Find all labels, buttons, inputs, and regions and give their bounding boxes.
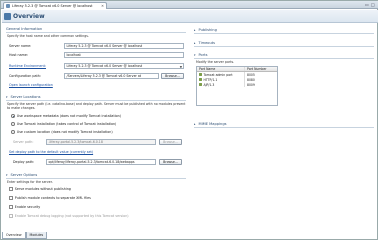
runtime-environment-link[interactable]: Runtime Environment: (9, 64, 46, 68)
divider (194, 58, 374, 59)
runtime-environment-select[interactable]: Liferay 5.2.3 @ Tomcat v6.0 Server @ loc… (64, 63, 184, 69)
runtime-environment-value: Liferay 5.2.3 @ Tomcat v6.0 Server @ loc… (66, 64, 143, 68)
host-name-label: Host name: (9, 53, 29, 57)
expand-icon[interactable]: ▸ (194, 122, 197, 126)
column-header-port-number[interactable]: Port Number (245, 67, 275, 71)
radio-button[interactable] (11, 122, 15, 126)
divider (194, 46, 374, 47)
server-path-label: Server path: (13, 140, 34, 144)
chevron-down-icon: ▼ (179, 64, 182, 69)
set-default-deploy-path-link[interactable]: Set deploy path to the default value (cu… (9, 150, 93, 154)
tab-overview[interactable]: Overview (2, 232, 26, 239)
port-number[interactable]: 8080 (245, 78, 275, 82)
deploy-path-input[interactable]: opt/liferay/liferay-portal-5.2.3/tomcat-… (46, 159, 156, 165)
option-publish-contexts[interactable]: Publish module contexts to separate XML … (9, 196, 91, 200)
collapse-icon[interactable]: ▾ (194, 53, 197, 57)
ports-table[interactable]: Port Name Port Number Tomcat admin port … (196, 66, 278, 106)
port-name: Tomcat admin port (203, 72, 233, 77)
editor-page-tabs: Overview Modules (2, 232, 48, 240)
checkbox (9, 214, 13, 218)
location-option-workspace[interactable]: Use workspace metadata (does not modify … (11, 114, 121, 118)
checkbox[interactable] (9, 196, 13, 200)
server-name-label: Server name: (9, 44, 32, 48)
server-editor-window: Liferay 5.2.3 @ Tomcat v6.0 Server @ loc… (0, 0, 378, 240)
configuration-path-input[interactable]: /Servers/Liferay 5.2.3 @ Tomcat v6.0 Ser… (64, 73, 159, 79)
server-path-input: .liferay-portal-5.2.3/tomcat-6.0.18 (46, 139, 156, 145)
close-icon[interactable]: ✕ (101, 4, 104, 8)
general-description: Specify the host name and other common s… (7, 34, 89, 38)
publishing-section-title[interactable]: ▸ Publishing (194, 28, 217, 32)
editor-tab-label: Liferay 5.2.3 @ Tomcat v6.0 Server @ loc… (12, 4, 93, 8)
port-icon (199, 73, 202, 76)
open-launch-configuration-link[interactable]: Open launch configuration (9, 83, 53, 87)
options-description: Enter settings for the server. (7, 180, 53, 184)
divider (6, 178, 186, 179)
editor-header: Overview (2, 10, 378, 23)
location-option-custom[interactable]: Use custom location (does not modify Tom… (11, 130, 113, 134)
option-serve-without-publishing[interactable]: Serve modules without publishing (9, 187, 71, 191)
location-option-tomcat[interactable]: Use Tomcat installation (takes control o… (11, 122, 116, 126)
minimize-icon[interactable]: ▭ (365, 2, 369, 7)
port-icon (199, 83, 202, 86)
server-icon (4, 12, 11, 20)
radio-button[interactable] (11, 130, 15, 134)
ports-description: Modify the server ports. (196, 60, 235, 64)
port-name: HTTP/1.1 (203, 77, 218, 82)
ports-section-title[interactable]: ▾ Ports (194, 53, 208, 57)
host-name-input[interactable]: localhost (64, 52, 184, 58)
table-row[interactable]: AJP/1.3 8009 (197, 82, 277, 87)
server-name-input[interactable]: Liferay 5.2.3 @ Tomcat v6.0 Server @ loc… (64, 43, 184, 49)
expand-icon[interactable]: ▸ (194, 41, 197, 45)
divider (194, 127, 374, 128)
port-icon (199, 78, 202, 81)
collapse-icon[interactable]: ▾ (6, 95, 9, 99)
maximize-icon[interactable]: □ (371, 2, 375, 7)
page-title: Overview (13, 12, 45, 20)
collapse-icon[interactable]: ▾ (6, 173, 9, 177)
editor-tab-bar: Liferay 5.2.3 @ Tomcat v6.0 Server @ loc… (1, 1, 378, 9)
expand-icon[interactable]: ▸ (194, 28, 197, 32)
port-number[interactable]: 8005 (245, 73, 275, 77)
checkbox[interactable] (9, 187, 13, 191)
divider (6, 32, 186, 33)
tab-modules[interactable]: Modules (25, 232, 48, 239)
options-section-title[interactable]: ▾ Server Options (6, 173, 37, 177)
locations-description: Specify the server path (i.e. catalina.b… (7, 102, 186, 111)
option-tomcat-debug-logging: Enable Tomcat debug logging (not support… (9, 214, 129, 218)
locations-section-title[interactable]: ▾ Server Locations (6, 95, 41, 99)
port-name: AJP/1.3 (203, 82, 215, 87)
configuration-browse-button[interactable]: Browse... (161, 73, 184, 79)
divider (194, 33, 374, 34)
column-header-port-name[interactable]: Port Name (197, 67, 245, 71)
deploy-path-label: Deploy path: (13, 160, 35, 164)
general-section-title: General Information (6, 27, 43, 31)
deploy-path-browse-button[interactable]: Browse... (159, 159, 182, 165)
server-path-browse-button: Browse... (159, 139, 182, 145)
port-number[interactable]: 8009 (245, 83, 275, 87)
mime-section-title[interactable]: ▸ MIME Mappings (194, 122, 226, 126)
divider (6, 100, 186, 101)
option-enable-security[interactable]: Enable security (9, 205, 40, 209)
checkbox[interactable] (9, 205, 13, 209)
timeouts-section-title[interactable]: ▸ Timeouts (194, 41, 215, 45)
configuration-path-label: Configuration path: (9, 74, 42, 78)
radio-button[interactable] (11, 114, 15, 118)
editor-tab[interactable]: Liferay 5.2.3 @ Tomcat v6.0 Server @ loc… (3, 2, 107, 9)
server-icon (6, 4, 10, 8)
